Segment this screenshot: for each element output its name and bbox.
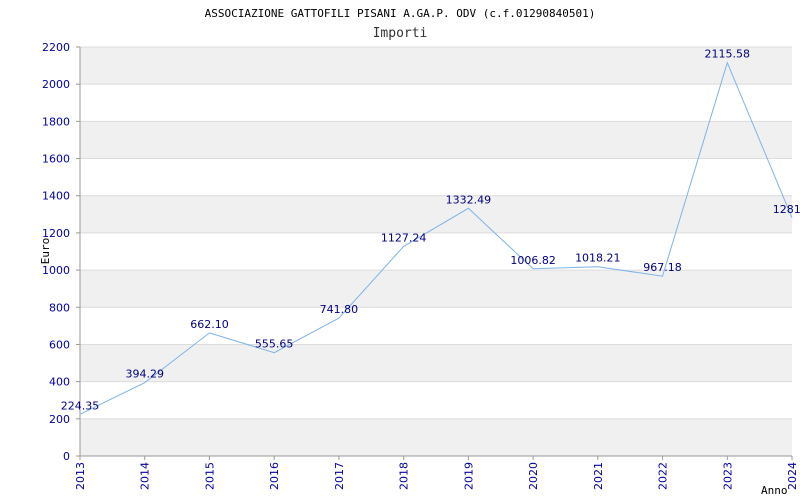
y-tick-label: 2000	[42, 78, 70, 91]
x-tick-label: 2024	[786, 462, 799, 490]
grid-band	[80, 121, 792, 159]
y-tick-label: 600	[49, 338, 70, 351]
data-label: 2115.58	[705, 48, 751, 61]
grid-band	[80, 47, 792, 85]
x-tick-label: 2014	[139, 462, 152, 490]
x-axis-label: Anno	[761, 484, 788, 497]
data-label: 967.18	[643, 261, 682, 274]
x-tick-label: 2023	[721, 462, 734, 490]
data-label: 1006.82	[510, 254, 556, 267]
grid-lines	[80, 46, 792, 457]
axes	[79, 47, 792, 457]
data-label: 394.29	[125, 368, 164, 381]
x-tick-label: 2017	[333, 462, 346, 490]
x-tick-label: 2019	[462, 462, 475, 490]
y-tick-label: 400	[49, 376, 70, 389]
x-tick-label: 2021	[592, 462, 605, 490]
data-label: 1281.1	[773, 203, 800, 216]
y-tick-label: 1000	[42, 264, 70, 277]
y-tick-label: 200	[49, 413, 70, 426]
chart-title: ASSOCIAZIONE GATTOFILI PISANI A.GA.P. OD…	[205, 7, 596, 20]
plot-bands	[80, 47, 792, 456]
x-tick-label: 2016	[268, 462, 281, 490]
y-axis-label: Euro	[39, 238, 52, 265]
data-label: 1127.24	[381, 231, 427, 244]
data-label: 741.80	[320, 303, 359, 316]
data-label: 1018.21	[575, 252, 621, 265]
x-tick-label: 2015	[203, 462, 216, 490]
grid-band	[80, 418, 792, 456]
y-tick-label: 0	[63, 450, 70, 463]
y-tick-label: 1400	[42, 190, 70, 203]
data-label: 555.65	[255, 338, 294, 351]
y-tick-label: 800	[49, 301, 70, 314]
chart-subtitle: Importi	[373, 26, 428, 41]
x-tick-label: 2018	[398, 462, 411, 490]
data-label: 224.35	[61, 399, 100, 412]
x-axis-ticks: 2013 2014 2015 2016 2017 2018 2019 2020 2021 2022…	[74, 456, 799, 490]
data-label: 662.10	[190, 318, 229, 331]
y-tick-label: 2200	[42, 41, 70, 54]
x-tick-label: 2013	[74, 462, 87, 490]
x-tick-label: 2022	[657, 462, 670, 490]
line-chart: ASSOCIAZIONE GATTOFILI PISANI A.GA.P. OD…	[39, 7, 800, 497]
grid-band	[80, 270, 792, 308]
data-label: 1332.49	[446, 193, 492, 206]
x-tick-label: 2020	[527, 462, 540, 490]
y-tick-label: 1600	[42, 153, 70, 166]
y-tick-label: 1800	[42, 115, 70, 128]
